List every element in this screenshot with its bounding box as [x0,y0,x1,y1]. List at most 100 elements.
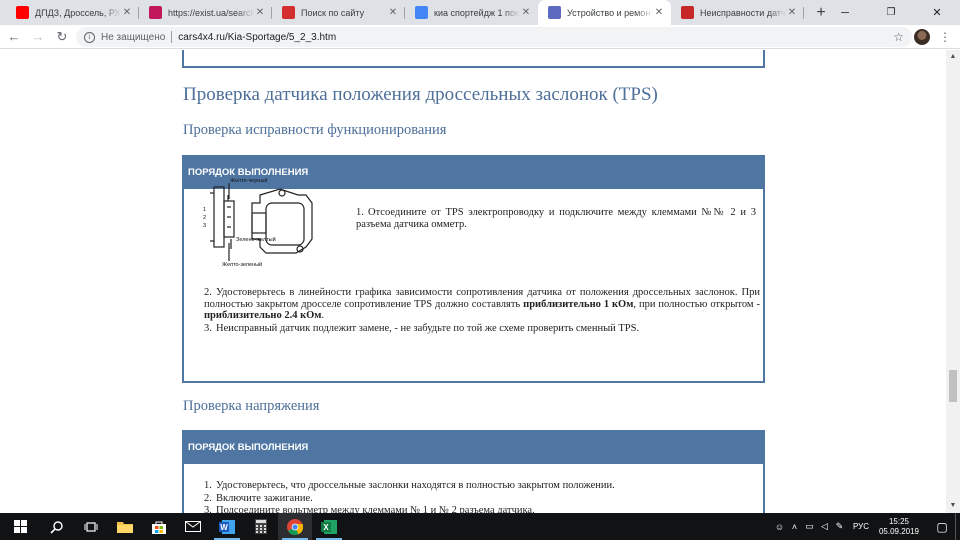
reload-button[interactable]: ↻ [50,25,74,49]
close-tab-icon[interactable]: ✕ [254,7,266,18]
browser-tab[interactable]: Устройство и ремонт а ✕ [538,0,671,25]
search-icon [50,520,63,534]
step-text: Удостоверьтесь, что дроссельные заслонки… [216,480,615,491]
browser-toolbar: ← → ↻ i Не защищено cars4x4.ru/Kia-Sport… [0,25,960,49]
excel-button[interactable]: X [312,513,346,540]
windows-icon [13,520,27,533]
show-desktop[interactable] [955,513,960,540]
youtube-icon [16,6,29,19]
step-text: Включите зажигание. [216,492,313,504]
step-text: Неисправный датчик подлежит замене, - не… [216,323,640,334]
step-number: 1. [204,480,212,491]
pin-label-3: 3 [203,223,206,229]
explorer-button[interactable] [108,513,142,540]
start-button[interactable] [0,513,40,540]
page-heading: Проверка датчика положения дроссельных з… [183,84,658,105]
notifications-icon[interactable]: ▢ [929,520,955,534]
close-tab-icon[interactable]: ✕ [121,7,133,18]
network-icon[interactable]: ▭ [802,521,817,532]
url-text[interactable]: cars4x4.ru/Kia-Sportage/5_2_3.htm [178,32,336,43]
scrollbar-thumb[interactable] [949,370,957,402]
pin-label-1: 1 [203,207,206,213]
word-button[interactable]: W [210,513,244,540]
wire-label-bottom: Желто-зеленый [222,261,262,268]
calculator-icon [255,519,267,534]
windows-taskbar: W X ☺ ˄ ▭ ◁ ✎ РУС 15:25 05.09.2019 ▢ [0,513,960,540]
step-number: 2. [204,287,212,298]
step-1: 1. Отсоедините от TPS электропроводку и п… [356,207,756,230]
tab-title: ДПДЗ, Дроссель, РХХ, [35,7,121,18]
chrome-button[interactable] [278,513,312,540]
task-view-button[interactable] [74,513,108,540]
pen-icon[interactable]: ✎ [832,521,847,532]
profile-avatar[interactable] [914,29,930,45]
pin-label-2: 2 [203,215,206,221]
clock-time: 15:25 [888,516,910,526]
list-item: 3. Подсоедините вольтметр между клеммами … [204,505,760,513]
resistance-closed: приблизительно 1 кОм [523,298,634,310]
close-tab-icon[interactable]: ✕ [786,7,798,18]
browser-tab[interactable]: киа спортейдж 1 показ ✕ [405,0,538,25]
chrome-icon [287,518,303,535]
list-item: 1. Удостоверьтесь, что дроссельные заслон… [204,480,760,492]
volume-icon[interactable]: ◁ [817,521,832,532]
site-x-icon [548,6,561,19]
step-2: 2. Удостоверьтесь в линейности графика за… [204,287,760,322]
site-d-icon [282,6,295,19]
address-bar[interactable]: i Не защищено cars4x4.ru/Kia-Sportage/5_… [76,27,912,47]
browser-tab[interactable]: Поиск по сайту ✕ [272,0,405,25]
procedure-box-2: ПОРЯДОК ВЫПОЛНЕНИЯ 1. Удостоверьтесь, что… [182,430,765,513]
store-icon [152,521,166,534]
step-number: 3. [204,323,212,334]
search-button[interactable] [40,513,74,540]
clock[interactable]: 15:25 05.09.2019 [875,517,923,537]
svg-text:X: X [323,523,329,532]
browser-tab[interactable]: ДПДЗ, Дроссель, РХХ, ✕ [6,0,139,25]
word-icon: W [219,519,235,534]
tab-title: Поиск по сайту [301,7,365,18]
divider [171,31,173,43]
page-scrollbar[interactable]: ▲ ▼ [946,50,960,513]
browser-menu-icon[interactable]: ⋮ [938,29,952,45]
browser-tab[interactable]: Неисправности датчик ✕ [671,0,804,25]
tab-title: Неисправности датчик [700,7,786,18]
clock-date: 05.09.2019 [878,526,920,536]
procedure-box-1: ПОРЯДОК ВЫПОЛНЕНИЯ Желто-черный Зелено-ж… [182,155,765,383]
tab-title: https://exist.ua/search/ [168,7,254,18]
previous-box-end [182,50,765,68]
close-tab-icon[interactable]: ✕ [653,7,665,18]
browser-tab[interactable]: https://exist.ua/search/✕ [139,0,272,25]
store-button[interactable] [142,513,176,540]
calculator-button[interactable] [244,513,278,540]
close-window-button[interactable]: ✕ [914,0,960,25]
mail-icon [185,521,201,532]
info-icon[interactable]: i [84,31,95,43]
show-hidden-icon[interactable]: ˄ [787,522,802,532]
minimize-button[interactable]: ─ [822,0,868,25]
step-number: 3. [204,505,212,513]
voltage-steps-list: 1. Удостоверьтесь, что дроссельные заслон… [204,480,760,513]
close-tab-icon[interactable]: ✕ [387,7,399,18]
close-tab-icon[interactable]: ✕ [520,7,532,18]
drive2-icon [681,6,694,19]
tab-strip: ДПДЗ, Дроссель, РХХ, ✕ https://exist.ua/s… [0,0,960,25]
tps-sensor-diagram: Желто-черный Зелено-желтый Желто-зеленый… [203,177,313,268]
scroll-up-arrow-icon[interactable]: ▲ [946,50,960,64]
wire-label-top: Желто-черный [230,177,268,184]
language-indicator[interactable]: РУС [853,522,869,531]
excel-icon: X [321,519,337,534]
back-button[interactable]: ← [2,25,26,49]
screen: ДПДЗ, Дроссель, РХХ, ✕ https://exist.ua/s… [0,0,960,540]
scroll-down-arrow-icon[interactable]: ▼ [946,499,960,513]
procedure-header: ПОРЯДОК ВЫПОЛНЕНИЯ [184,432,763,464]
step-number: 1. [356,207,364,218]
restore-button[interactable]: ❐ [868,0,914,25]
tab-separator [803,7,804,19]
people-icon[interactable]: ☺ [772,522,787,532]
forward-button[interactable]: → [26,25,50,49]
step-text: Отсоедините от TPS электропроводку и под… [356,207,756,230]
bookmark-star-icon[interactable]: ☆ [893,30,904,44]
system-tray: ☺ ˄ ▭ ◁ ✎ РУС 15:25 05.09.2019 ▢ [772,513,960,540]
mail-button[interactable] [176,513,210,540]
tab-title: Устройство и ремонт а [567,7,653,18]
